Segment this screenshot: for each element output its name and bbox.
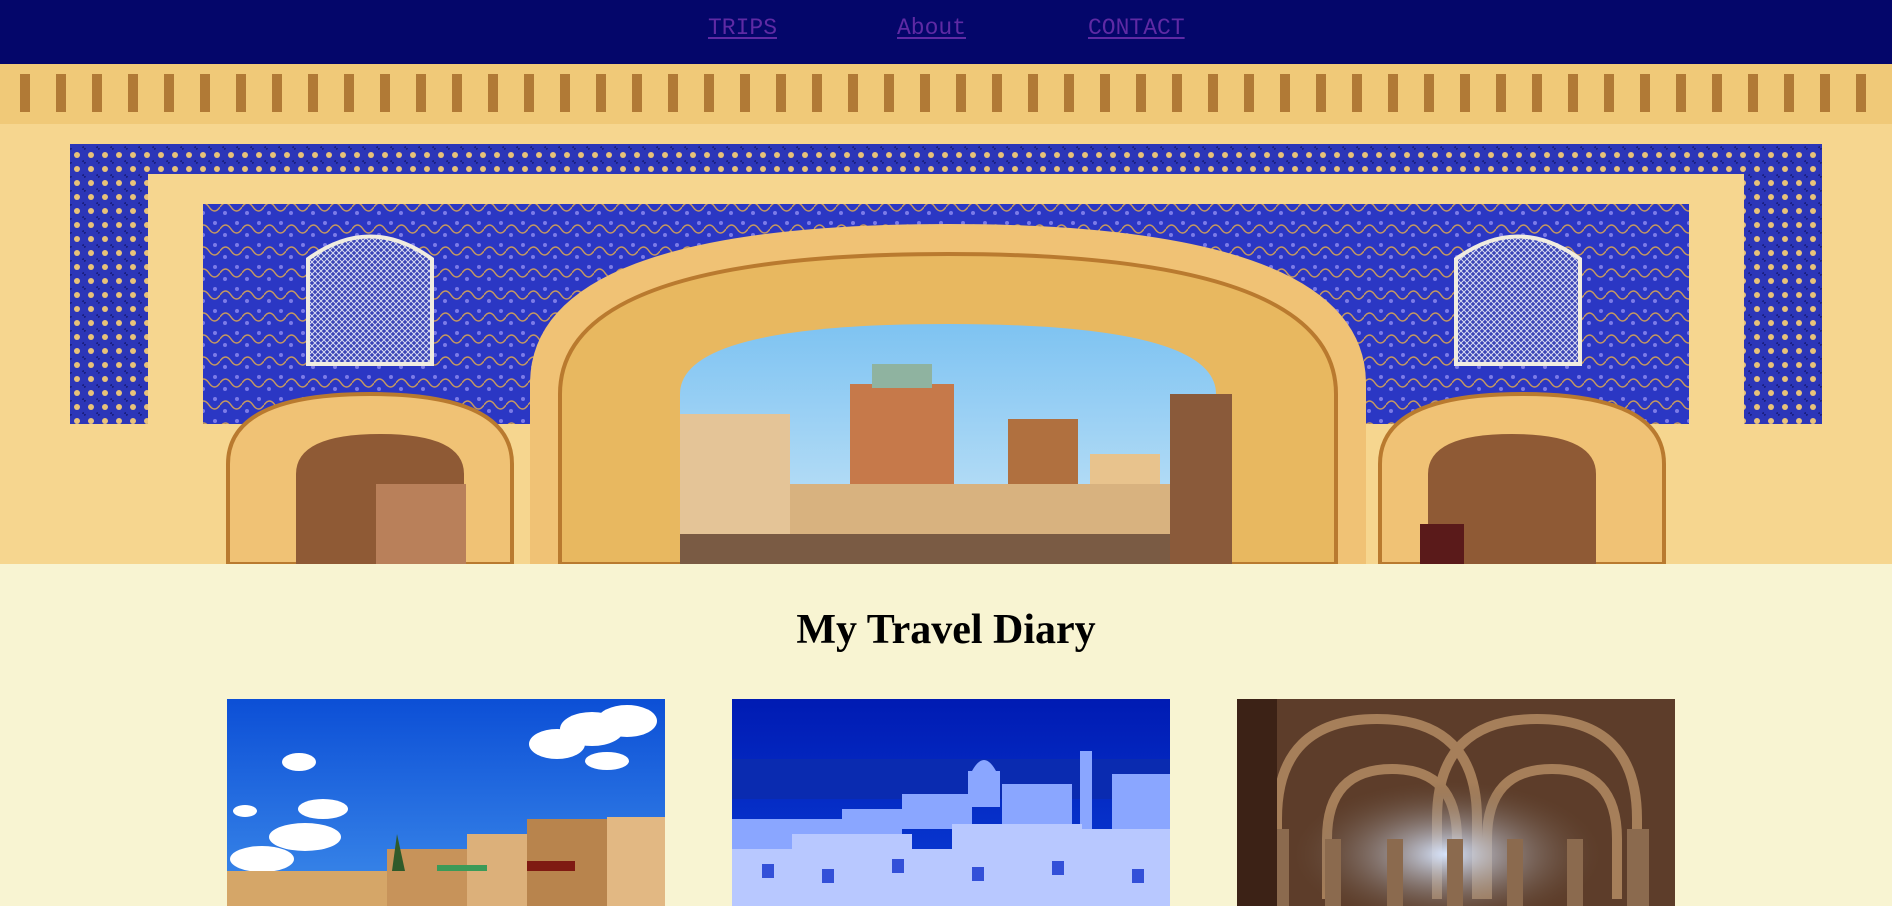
page-title: My Travel Diary: [796, 607, 1096, 653]
nav-link-contact[interactable]: CONTACT: [1088, 15, 1185, 41]
trip-card-image-cistern[interactable]: [1237, 699, 1675, 906]
hero-image-moroccan-gate: [0, 64, 1892, 564]
top-nav: TRIPS About CONTACT: [0, 0, 1892, 64]
nav-link-about[interactable]: About: [897, 15, 966, 41]
trip-card-image-medina[interactable]: [227, 699, 665, 906]
nav-link-trips[interactable]: TRIPS: [708, 15, 777, 41]
trip-card-image-island-town[interactable]: [732, 699, 1170, 906]
